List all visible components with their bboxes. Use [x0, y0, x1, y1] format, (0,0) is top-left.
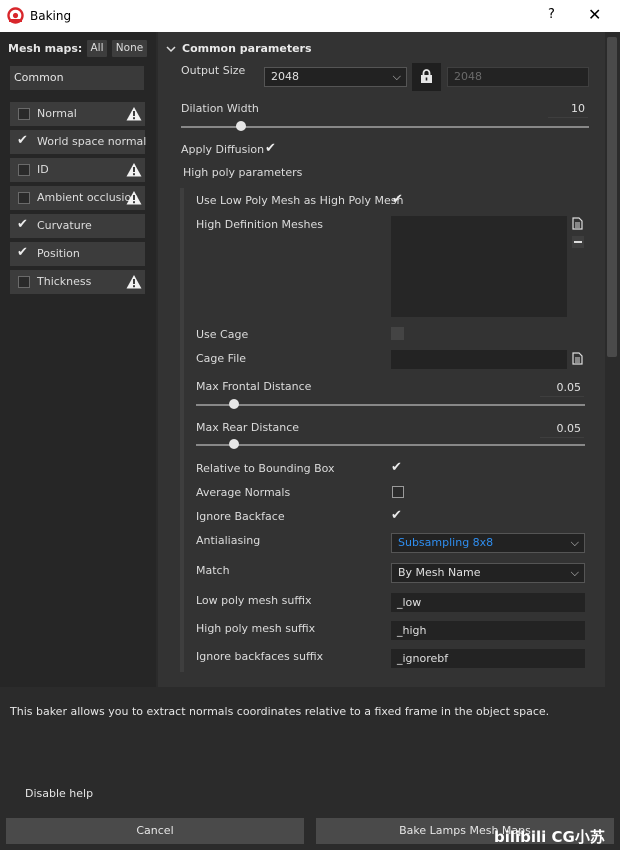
- window-title: Baking: [30, 9, 72, 23]
- section-title: Common parameters: [182, 42, 312, 55]
- file-icon[interactable]: [572, 217, 583, 230]
- high-poly-title: High poly parameters: [183, 166, 303, 179]
- cage-file-field[interactable]: [391, 350, 567, 369]
- high-suffix-label: High poly mesh suffix: [196, 622, 316, 635]
- use-cage-label: Use Cage: [196, 328, 249, 341]
- cancel-button[interactable]: Cancel: [6, 818, 304, 844]
- mesh-map-item[interactable]: Ambient occlusion: [10, 186, 145, 210]
- antialiasing-select[interactable]: Subsampling 8x8 ⌵: [391, 533, 585, 553]
- ignore-bf-suffix-label: Ignore backfaces suffix: [196, 650, 324, 663]
- cage-file-label: Cage File: [196, 352, 247, 365]
- warning-icon: [126, 107, 142, 121]
- hd-meshes-label: High Definition Meshes: [196, 218, 323, 231]
- dilation-width-handle[interactable]: [235, 121, 246, 131]
- dilation-width-value[interactable]: 10: [545, 102, 585, 115]
- low-suffix-input[interactable]: _low: [391, 593, 585, 612]
- match-select[interactable]: By Mesh Name ⌵: [391, 563, 585, 583]
- relative-bbox-checkbox[interactable]: ✔: [391, 460, 402, 475]
- mesh-map-checkbox[interactable]: [18, 108, 30, 120]
- mesh-map-checkbox[interactable]: ✔: [17, 133, 28, 148]
- mesh-map-label: ID: [37, 163, 49, 176]
- mesh-map-label: Ambient occlusion: [37, 191, 139, 204]
- low-suffix-label: Low poly mesh suffix: [196, 594, 312, 607]
- ignore-backface-label: Ignore Backface: [196, 510, 285, 523]
- title-bar: Baking ? ✕: [0, 0, 620, 32]
- ignore-backface-checkbox[interactable]: ✔: [391, 508, 402, 523]
- mesh-map-item[interactable]: ID: [10, 158, 145, 182]
- minus-icon: [574, 241, 582, 243]
- app-logo-icon: [7, 7, 24, 24]
- mesh-map-item[interactable]: ✔ World space normal: [10, 130, 147, 154]
- use-low-poly-label: Use Low Poly Mesh as High Poly Mesh: [196, 194, 404, 207]
- mesh-map-label: World space normal: [37, 135, 147, 148]
- collapse-chevron-icon[interactable]: [166, 44, 176, 54]
- max-rear-value[interactable]: 0.05: [535, 422, 582, 435]
- mesh-map-label: Curvature: [37, 219, 92, 232]
- help-text: This baker allows you to extract normals…: [10, 705, 550, 718]
- high-poly-group-bar: [180, 188, 184, 672]
- value-underline: [540, 396, 584, 397]
- max-frontal-slider[interactable]: [196, 404, 585, 406]
- mesh-map-checkbox[interactable]: [18, 164, 30, 176]
- mesh-map-checkbox[interactable]: [18, 276, 30, 288]
- mesh-map-checkbox[interactable]: [18, 192, 30, 204]
- mesh-maps-label: Mesh maps:: [8, 42, 83, 55]
- max-frontal-label: Max Frontal Distance: [196, 380, 312, 393]
- mesh-map-item[interactable]: Thickness: [10, 270, 145, 294]
- value-underline: [548, 117, 588, 118]
- warning-icon: [126, 191, 142, 205]
- output-size-locked-field: 2048: [447, 67, 589, 87]
- disable-help-link[interactable]: Disable help: [25, 787, 93, 800]
- average-normals-checkbox[interactable]: [392, 486, 404, 498]
- select-none-button[interactable]: None: [112, 40, 147, 57]
- relative-bbox-label: Relative to Bounding Box: [196, 462, 335, 475]
- output-size-label: Output Size: [181, 64, 246, 77]
- value-underline: [540, 437, 584, 438]
- output-size-select[interactable]: 2048 ⌵: [264, 67, 407, 87]
- use-low-poly-checkbox[interactable]: ✔: [392, 192, 403, 207]
- lock-icon: [421, 69, 432, 83]
- mesh-map-label: Thickness: [37, 275, 92, 288]
- output-size-value: 2048: [271, 70, 299, 83]
- use-cage-checkbox[interactable]: [391, 327, 404, 340]
- ignore-bf-suffix-input[interactable]: _ignorebf: [391, 649, 585, 668]
- dilation-width-label: Dilation Width: [181, 102, 259, 115]
- average-normals-label: Average Normals: [196, 486, 291, 499]
- mesh-map-item[interactable]: ✔ Curvature: [10, 214, 145, 238]
- warning-icon: [126, 163, 142, 177]
- select-all-button[interactable]: All: [87, 40, 107, 57]
- mesh-map-checkbox[interactable]: ✔: [17, 245, 28, 260]
- help-button[interactable]: ?: [548, 7, 555, 22]
- close-button[interactable]: ✕: [588, 5, 601, 24]
- chevron-down-icon: ⌵: [392, 70, 401, 83]
- match-value: By Mesh Name: [398, 566, 481, 579]
- file-icon[interactable]: [572, 352, 583, 365]
- mesh-map-item[interactable]: ✔ Position: [10, 242, 145, 266]
- remove-mesh-button[interactable]: [572, 236, 584, 248]
- mesh-map-checkbox[interactable]: ✔: [17, 217, 28, 232]
- scrollbar-thumb[interactable]: [607, 37, 617, 357]
- mesh-map-label: Position: [37, 247, 80, 260]
- warning-icon: [126, 275, 142, 289]
- max-frontal-value[interactable]: 0.05: [535, 381, 582, 394]
- chevron-down-icon: ⌵: [570, 536, 579, 549]
- hd-meshes-list[interactable]: [391, 216, 567, 317]
- watermark: bilibili CG小苏: [494, 828, 605, 846]
- chevron-down-icon: ⌵: [570, 566, 579, 579]
- antialiasing-label: Antialiasing: [196, 534, 261, 547]
- max-rear-label: Max Rear Distance: [196, 421, 300, 434]
- lock-button[interactable]: [412, 63, 441, 91]
- match-label: Match: [196, 564, 230, 577]
- antialiasing-value: Subsampling 8x8: [398, 536, 494, 549]
- max-rear-slider[interactable]: [196, 444, 585, 446]
- high-suffix-input[interactable]: _high: [391, 621, 585, 640]
- apply-diffusion-label: Apply Diffusion: [181, 143, 265, 156]
- common-item[interactable]: Common: [10, 66, 144, 90]
- mesh-map-label: Normal: [37, 107, 77, 120]
- apply-diffusion-checkbox[interactable]: ✔: [265, 141, 276, 156]
- mesh-map-item[interactable]: Normal: [10, 102, 145, 126]
